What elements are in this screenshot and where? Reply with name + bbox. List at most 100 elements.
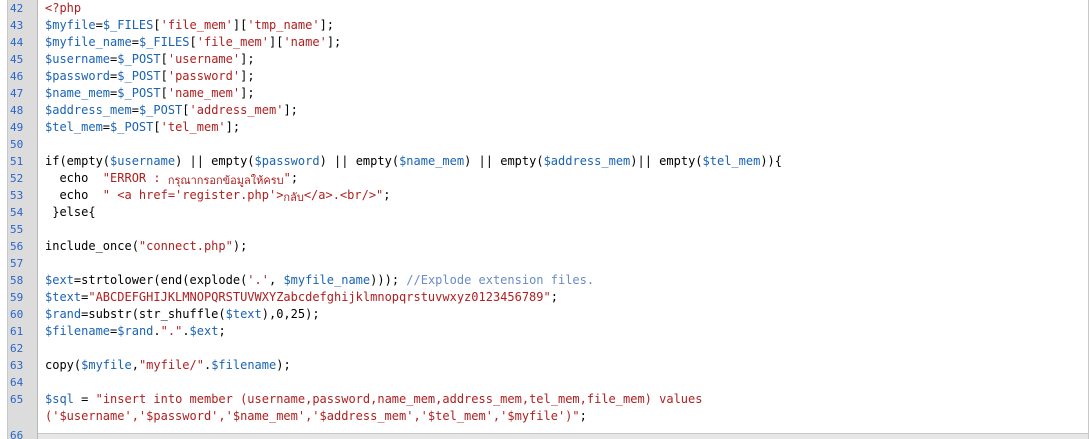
code-token-var: $ext [45,273,74,287]
code-token-kw: ][ [269,35,284,49]
line-number: 55 [10,223,24,236]
code-token-thai: กรุณากรอกข้อมูลให้ครบ [167,174,284,187]
code-line[interactable]: 50 [0,136,1088,153]
code-text[interactable]: $filename=$rand.".".$ext; [45,323,226,340]
horizontal-scrollbar[interactable] [38,433,1088,439]
code-line[interactable]: 54 }else{ [0,204,1088,221]
code-token-var: $_POST [117,52,161,66]
code-token-var: $username [45,52,111,66]
code-text[interactable]: $myfile_name=$_FILES['file_mem']['name']… [45,34,341,51]
code-token-var: $myfile_name [283,273,371,287]
code-line[interactable]: ('$username','$password','$name_mem','$a… [0,408,1088,425]
code-line[interactable]: 49 $tel_mem=$_POST['tel_mem']; [0,119,1088,136]
code-text[interactable]: $tel_mem=$_POST['tel_mem']; [45,119,240,136]
code-token-var: $address_mem [543,154,631,168]
code-token-kw: . [153,324,161,338]
code-token-kw: ) || empty( [175,154,255,168]
code-token-thai: กลับ [283,191,304,204]
code-token-kw: = [131,35,139,49]
code-token-str: '.' [247,273,269,287]
code-line[interactable]: 64 [0,374,1088,391]
code-text[interactable]: <?php [45,0,81,17]
code-text[interactable]: include_once("connect.php"); [45,238,247,255]
code-text[interactable]: echo " <a href='register.php'>กลับ</a>.<… [45,187,390,204]
code-token-var: $text [225,307,262,321]
code-token-kw: if(empty( [45,154,111,168]
code-line[interactable]: 48 $address_mem=$_POST['address_mem']; [0,102,1088,119]
code-line[interactable]: 44 $myfile_name=$_FILES['file_mem']['name… [0,34,1088,51]
code-token-var: $username [110,154,176,168]
code-text[interactable]: $username=$_POST['username']; [45,51,255,68]
code-line[interactable]: 52 echo "ERROR : กรุณากรอกข้อมูลให้ครบ"; [0,170,1088,187]
code-token-var: $password [45,69,111,83]
code-token-var: $myfile_name [45,35,132,49]
code-token-str: "connect.php" [138,239,233,253]
code-text[interactable]: $password=$_POST['password']; [45,68,255,85]
code-token-str: 'tmp_name' [247,18,320,32]
line-number: 45 [10,53,24,66]
line-number: 62 [10,342,24,355]
line-number: 44 [10,36,24,49]
line-number: 52 [10,172,24,185]
code-text[interactable]: $ext=strtolower(end(explode('.', $myfile… [45,272,594,289]
code-text[interactable]: $rand=substr(str_shuffle($text),0,25); [45,306,320,323]
code-text[interactable]: $name_mem=$_POST['name_mem']; [45,85,255,102]
code-token-str: "." [160,324,183,338]
line-number: 57 [10,257,24,270]
code-token-var: $name_mem [45,86,111,100]
code-text[interactable]: $address_mem=$_POST['address_mem']; [45,102,298,119]
code-token-kw: , [268,273,284,287]
code-token-str: 'file_mem' [160,18,233,32]
code-text[interactable]: $myfile=$_FILES['file_mem']['tmp_name']; [45,17,334,34]
code-line[interactable]: 61 $filename=$rand.".".$ext; [0,323,1088,340]
code-token-kw: =strtolower(end(explode( [73,273,248,287]
code-line[interactable]: 58 $ext=strtolower(end(explode('.', $myfi… [0,272,1088,289]
code-token-str: 'name_mem' [167,86,241,100]
code-line[interactable]: 59 $text="ABCDEFGHIJKLMNOPQRSTUVWXYZabcde… [0,289,1088,306]
code-token-kw: [ [182,103,190,117]
code-token-str: "myfile/" [138,358,204,372]
code-token-kw: ))); [370,273,407,287]
code-line[interactable]: 56 include_once("connect.php"); [0,238,1088,255]
code-editor[interactable]: 42 <?php 43 $myfile=$_FILES['file_mem']['tm… [0,0,1089,439]
code-text[interactable]: ('$username','$password','$name_mem','$a… [45,408,587,425]
code-token-kw: echo [45,188,103,202]
code-text[interactable]: }else{ [45,204,95,221]
code-line[interactable]: 65 $sql = "insert into member (username,p… [0,391,1088,408]
code-token-kw: ); [232,239,248,253]
code-token-kw: , [131,358,139,372]
code-token-var: $sql [45,392,74,406]
line-number: 42 [10,2,24,15]
code-line[interactable]: 60 $rand=substr(str_shuffle($text),0,25); [0,306,1088,323]
code-token-kw: = [131,103,139,117]
code-line[interactable]: 45 $username=$_POST['username']; [0,51,1088,68]
code-line[interactable]: 43 $myfile=$_FILES['file_mem']['tmp_name'… [0,17,1088,34]
code-token-kw: ; [550,290,558,304]
code-line[interactable]: 57 [0,255,1088,272]
line-number: 63 [10,359,24,372]
code-line[interactable]: 62 [0,340,1088,357]
code-line[interactable]: 46 $password=$_POST['password']; [0,68,1088,85]
line-number: 53 [10,189,24,202]
code-text[interactable]: copy($myfile,"myfile/".$filename); [45,357,291,374]
code-text[interactable]: $sql = "insert into member (username,pas… [45,391,702,408]
code-token-var: $filename [211,358,277,372]
code-line[interactable]: 47 $name_mem=$_POST['name_mem']; [0,85,1088,102]
code-token-var: $myfile [45,18,96,32]
code-token-var: $tel_mem [702,154,761,168]
code-line[interactable]: 53 echo " <a href='register.php'>กลับ</a… [0,187,1088,204]
code-token-kw: )|| empty( [630,154,703,168]
code-line[interactable]: 63 copy($myfile,"myfile/".$filename); [0,357,1088,374]
code-text[interactable]: echo "ERROR : กรุณากรอกข้อมูลให้ครบ"; [45,170,298,187]
line-number: 65 [10,393,24,406]
code-line[interactable]: 55 [0,221,1088,238]
code-token-kw: ]; [240,69,255,83]
code-text[interactable]: $text="ABCDEFGHIJKLMNOPQRSTUVWXYZabcdefg… [45,289,558,306]
line-number: 48 [10,104,24,117]
code-text[interactable]: if(empty($username) || empty($password) … [45,153,782,170]
code-token-str: 'password' [167,69,241,83]
line-number: 61 [10,325,24,338]
code-line[interactable]: 51 if(empty($username) || empty($password… [0,153,1088,170]
code-line[interactable]: 42 <?php [0,0,1088,17]
code-token-var: $name_mem [399,154,465,168]
